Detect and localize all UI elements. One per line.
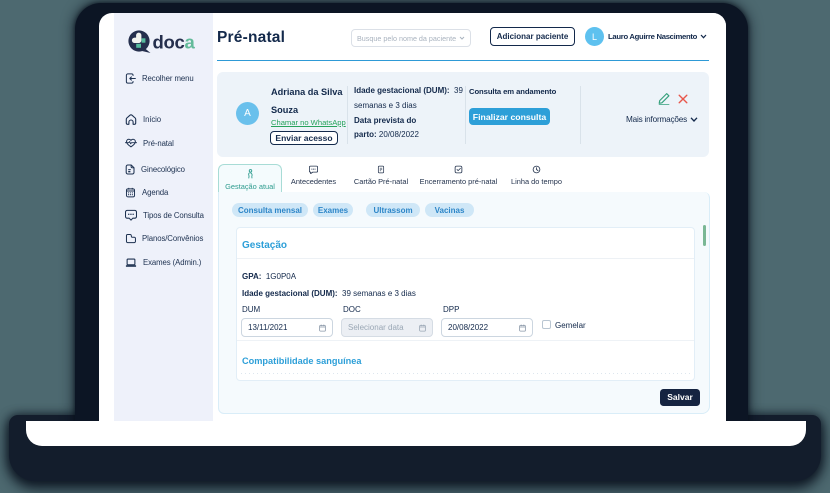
svg-text:doca: doca (153, 32, 196, 53)
